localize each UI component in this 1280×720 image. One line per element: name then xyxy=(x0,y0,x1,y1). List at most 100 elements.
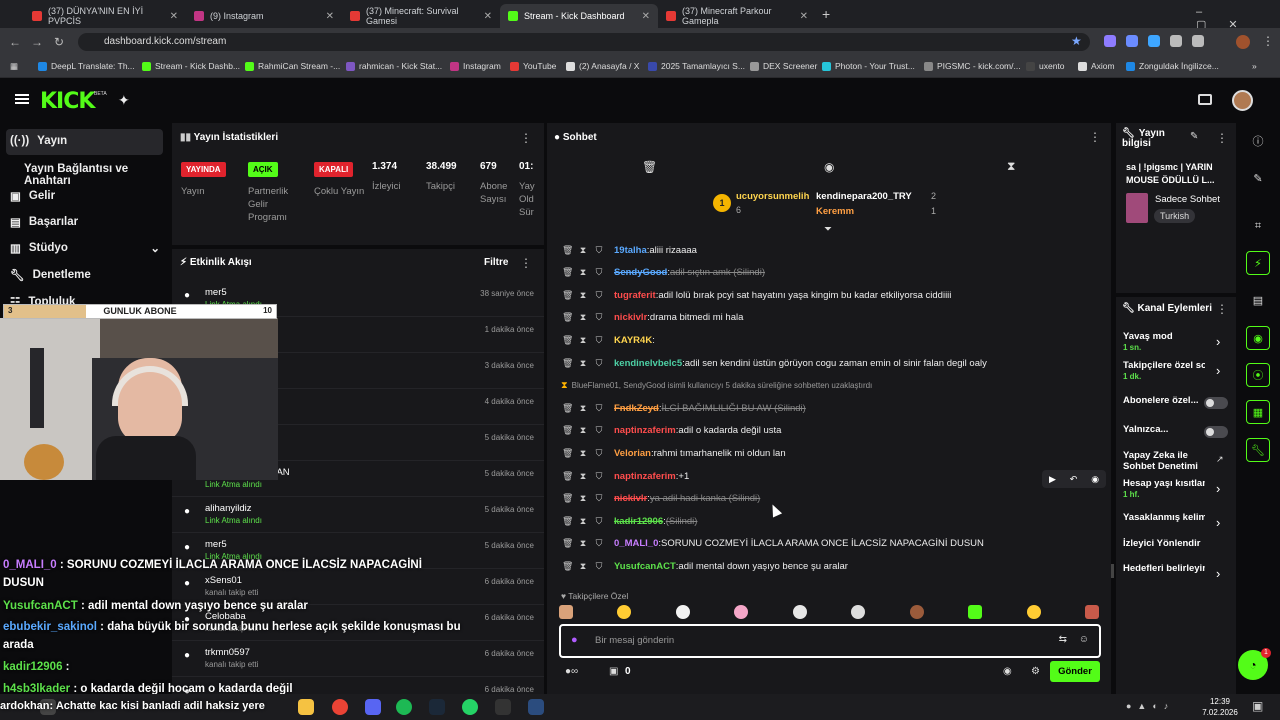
channel-action[interactable]: Yavaş mod 1 sn. xyxy=(1123,331,1205,353)
trash-icon[interactable]: 🗑︎ xyxy=(562,312,573,323)
mic-icon[interactable]: ● xyxy=(571,634,578,646)
bookmark[interactable]: Stream - Kick Dashb... xyxy=(142,61,240,71)
trash-icon[interactable]: 🗑︎ xyxy=(562,448,573,459)
play-icon[interactable]: ▶ xyxy=(1049,474,1056,485)
shield-icon[interactable]: ⛉ xyxy=(594,516,604,527)
emote-icon[interactable] xyxy=(1026,605,1041,619)
browser-tab-active[interactable]: Stream - Kick Dashboard ✕ xyxy=(500,4,658,28)
trash-icon[interactable]: 🗑︎ xyxy=(642,160,657,174)
close-icon[interactable]: ✕ xyxy=(800,11,808,22)
reply-icon[interactable]: ◉ xyxy=(1091,474,1099,485)
chat-message[interactable]: 🗑︎ ⧗ ⛉ 19talha: aliii rizaaaa xyxy=(562,240,697,260)
chat-message[interactable]: 🗑︎ ⧗ ⛉ FndkZeyd: İLGİ BAĞIMLILIĞI BU AW (Si… xyxy=(562,398,806,418)
chat-input[interactable]: ● Bir mesaj gönderin ⇆ ☺ xyxy=(559,624,1101,658)
bookmark[interactable]: PIGSMC - kick.com/... xyxy=(924,61,1021,71)
chevron-right-icon[interactable]: › xyxy=(1216,481,1220,496)
chat-message[interactable]: 🗑︎ ⧗ ⛉ naptinzaferim: +1 xyxy=(562,466,689,486)
browser-tab[interactable]: (9) Instagram ✕ xyxy=(186,4,342,28)
filter-button[interactable]: Filtre xyxy=(484,257,508,268)
chat-username[interactable]: FndkZeyd xyxy=(614,403,659,414)
bookmark[interactable]: (2) Anasayfa / X xyxy=(566,61,639,71)
chat-username[interactable]: 0_MALI_0 xyxy=(614,538,658,549)
emoji-icon[interactable]: ☺ xyxy=(1079,634,1089,645)
bookmark[interactable]: Photon - Your Trust... xyxy=(822,61,915,71)
chat-username[interactable]: naptinzaferim xyxy=(614,471,676,482)
nav-item-yayin[interactable]: ((·)) Yayın xyxy=(10,135,67,147)
kebab-icon[interactable]: ⋮ xyxy=(1216,131,1228,145)
close-icon[interactable]: ✕ xyxy=(170,11,178,22)
kick-logo[interactable]: KICK xyxy=(40,89,95,114)
chat-message[interactable]: 🗑︎ ⧗ ⛉ naptinzaferim: adil o kadarda değil … xyxy=(562,421,781,441)
close-icon[interactable]: ✕ xyxy=(326,11,334,22)
pencil-icon[interactable]: ✎ xyxy=(1246,166,1270,190)
emote-icon[interactable] xyxy=(617,605,632,619)
timeout-icon[interactable]: ⧗ xyxy=(578,538,588,549)
emote-icon[interactable] xyxy=(559,605,573,619)
emote-icon[interactable] xyxy=(1084,605,1099,619)
chat-username[interactable]: SendyGood xyxy=(614,267,667,278)
hourglass-icon[interactable]: ⧗ xyxy=(1007,159,1015,174)
nav-item-basarilar[interactable]: ▤ Başarılar xyxy=(10,215,78,229)
camera-icon[interactable] xyxy=(1198,94,1212,105)
nav-item-studyo[interactable]: ▥ Stüdyo ⌄ xyxy=(10,241,160,255)
more-bookmarks-icon[interactable]: » xyxy=(1252,61,1257,71)
nav-item-gelir[interactable]: ▣ Gelir xyxy=(10,189,55,203)
chevron-right-icon[interactable]: › xyxy=(1216,515,1220,530)
puzzle-icon[interactable] xyxy=(1170,35,1182,47)
channel-action[interactable]: Yapay Zeka ile Sohbet Denetimi xyxy=(1123,450,1205,472)
profile-avatar[interactable] xyxy=(1236,35,1250,49)
extension-icon[interactable] xyxy=(1148,35,1160,47)
chat-username[interactable]: Velorian xyxy=(614,448,651,459)
shield-icon[interactable]: ⛉ xyxy=(594,425,604,436)
clipboard-icon[interactable]: ▤ xyxy=(1246,288,1270,312)
close-icon[interactable]: ✕ xyxy=(642,11,650,22)
bookmark[interactable]: uxento xyxy=(1026,61,1065,71)
timeout-icon[interactable]: ⧗ xyxy=(578,493,588,504)
activity-event[interactable]: ● alihanyildiz Link Atma alındı 5 dakika ön… xyxy=(172,497,544,533)
chevron-right-icon[interactable]: › xyxy=(1216,566,1220,581)
chat-icon[interactable]: ◉ xyxy=(1246,326,1270,350)
chat-username[interactable]: naptinzaferim xyxy=(614,425,676,436)
shield-icon[interactable]: ⛉ xyxy=(594,312,604,323)
whatsapp-icon[interactable] xyxy=(462,699,478,715)
browser-tab[interactable]: (37) DÜNYA'NIN EN İYİ PVPCİS ✕ xyxy=(24,4,186,28)
bookmark[interactable]: Zonguldak İngilizce... xyxy=(1126,61,1219,71)
timeout-icon[interactable]: ⧗ xyxy=(578,561,588,572)
shield-icon[interactable]: ⛉ xyxy=(594,335,604,346)
bookmark[interactable]: DeepL Translate: Th... xyxy=(38,61,135,71)
chat-message[interactable]: 🗑︎ ⧗ ⛉ SendyGood: adil sıçtın amk (Silindi) xyxy=(562,263,765,283)
kebab-icon[interactable]: ⋮ xyxy=(520,131,532,145)
chat-username[interactable]: KAYR4K xyxy=(614,335,652,346)
info-icon[interactable]: ⓘ xyxy=(1246,129,1270,153)
nav-item-denetleme[interactable]: 🔧︎ Denetleme xyxy=(10,268,91,282)
chat-username[interactable]: kendinelvbelc5 xyxy=(614,358,682,369)
apps-icon[interactable]: ▦ xyxy=(10,61,18,72)
timeout-icon[interactable]: ⧗ xyxy=(578,471,588,482)
shield-icon[interactable]: ⛉ xyxy=(594,448,604,459)
emote-icon[interactable] xyxy=(968,605,983,619)
user-avatar[interactable] xyxy=(1232,90,1253,111)
obs-icon[interactable] xyxy=(495,699,511,715)
extension-icon[interactable] xyxy=(1126,35,1138,47)
event-user[interactable]: mer5 xyxy=(205,287,227,298)
nav-item-stream-key[interactable]: Yayın Bağlantısı ve Anahtarı xyxy=(24,163,170,187)
trash-icon[interactable]: 🗑︎ xyxy=(562,471,573,482)
chat-message[interactable]: 🗑︎ ⧗ ⛉ 0_MALI_0: SORUNU COZMEYİ İLACLA ARAM… xyxy=(562,534,984,554)
gifter-name[interactable]: Keremm xyxy=(816,206,854,217)
trash-icon[interactable]: 🗑︎ xyxy=(562,516,573,527)
bookmark[interactable]: rahmican - Kick Stat... xyxy=(346,61,442,71)
back-icon[interactable]: ← xyxy=(4,35,26,49)
shield-icon[interactable]: ⛉ xyxy=(594,561,604,572)
trash-icon[interactable]: 🗑︎ xyxy=(562,267,573,278)
translate-icon[interactable]: ⇆ xyxy=(1059,634,1067,645)
steam-icon[interactable] xyxy=(429,699,445,715)
bookmark[interactable]: DEX Screener xyxy=(750,61,817,71)
event-user[interactable]: alihanyildiz xyxy=(205,503,251,514)
timeout-icon[interactable]: ⧗ xyxy=(578,245,588,256)
emote-icon[interactable] xyxy=(734,605,749,619)
bookmark[interactable]: 2025 Tamamlayıcı S... xyxy=(648,61,745,71)
shield-icon[interactable]: ⛉ xyxy=(594,471,604,482)
bookmark[interactable]: RahmiCan Stream -... xyxy=(245,61,340,71)
forward-icon[interactable]: → xyxy=(26,35,48,49)
chat-message[interactable]: 🗑︎ ⧗ ⛉ kadir12906: (Silindi) xyxy=(562,511,697,531)
